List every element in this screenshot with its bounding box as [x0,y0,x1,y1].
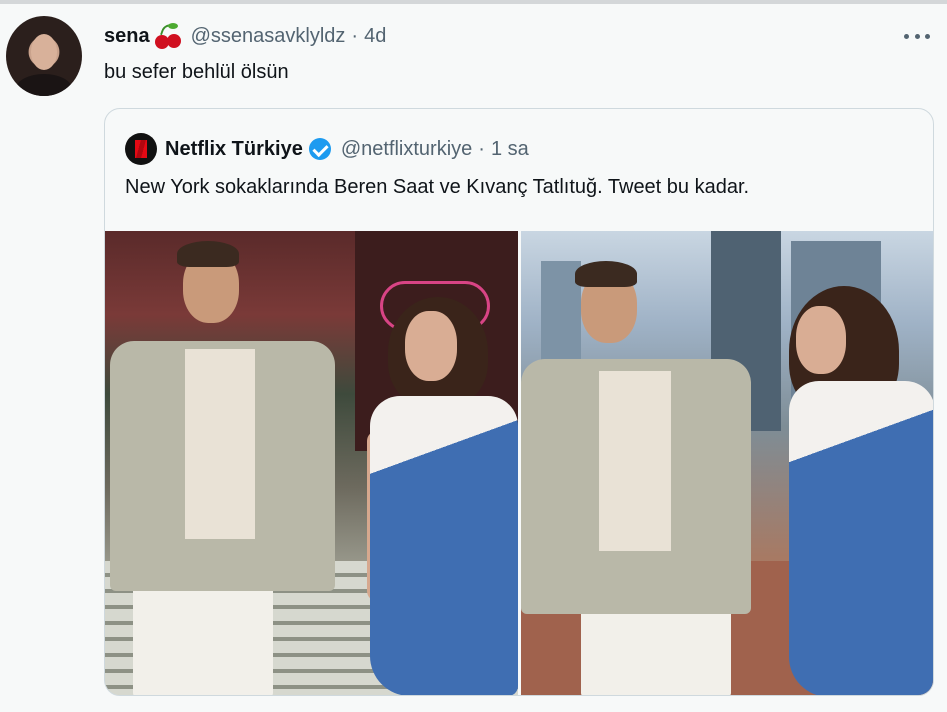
cherry-icon [153,21,183,50]
user-handle[interactable]: @ssenasavklyldz [191,25,346,48]
avatar-shoulders [16,74,72,96]
verified-icon [308,138,331,160]
avatar-face [31,34,57,70]
photo-street-couple[interactable] [105,231,518,695]
quoted-timestamp[interactable]: 1 sa [491,138,529,161]
separator-dot: · [351,24,359,47]
tweet[interactable]: sena @ssenasavklyldz · 4d bu sefer behlü… [0,4,947,712]
tweet-timestamp[interactable]: 4d [364,25,386,48]
quoted-display-name[interactable]: Netflix Türkiye [165,138,303,161]
photo-rooftop-couple[interactable] [521,231,933,695]
netflix-logo-icon[interactable] [125,133,157,165]
quoted-user-handle[interactable]: @netflixturkiye [341,138,472,161]
quoted-tweet[interactable]: Netflix Türkiye @netflixturkiye · 1 sa N… [104,108,934,696]
tweet-header: sena @ssenasavklyldz · 4d [104,21,386,50]
quoted-tweet-text: New York sokaklarında Beren Saat ve Kıva… [125,176,750,198]
display-name[interactable]: sena [104,25,150,48]
tweet-text: bu sefer behlül ölsün [104,61,289,83]
quoted-tweet-header: Netflix Türkiye @netflixturkiye · 1 sa [125,133,529,165]
separator-dot: · [478,137,485,160]
more-icon[interactable] [904,26,930,46]
avatar[interactable] [6,16,82,96]
